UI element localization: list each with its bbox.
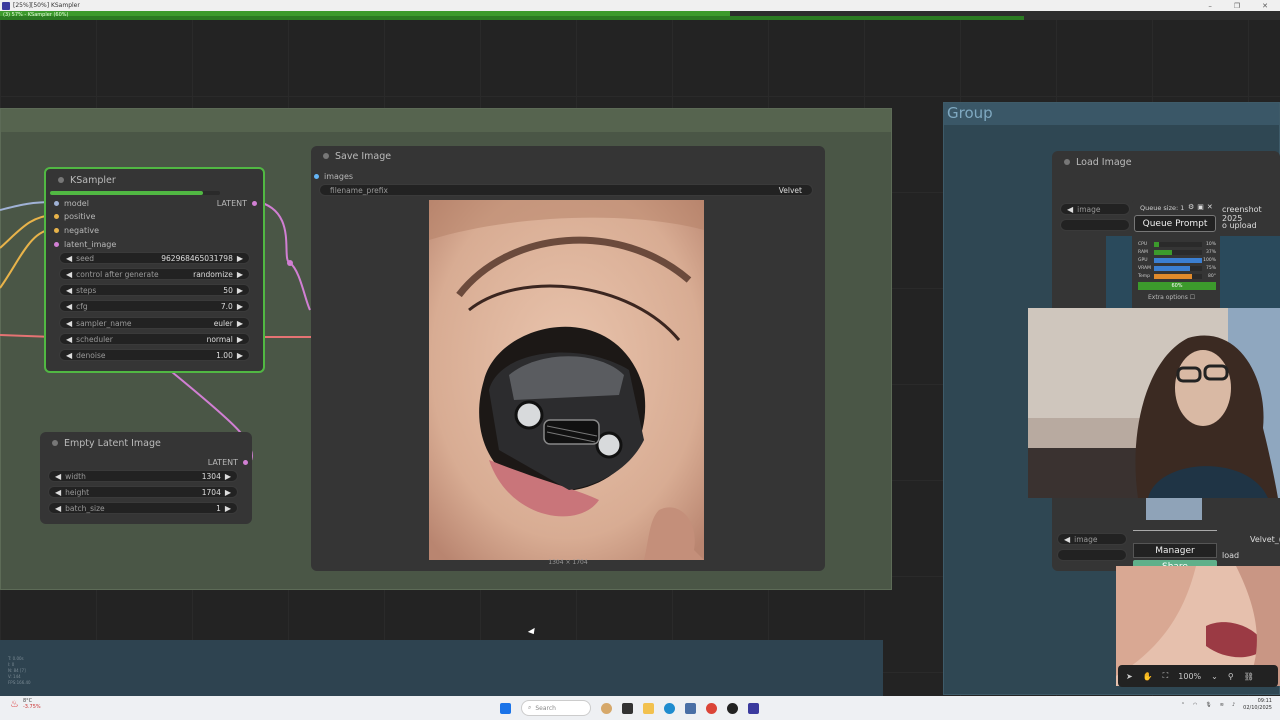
widget-steps[interactable]: ◀ steps 50 ▶ <box>59 284 250 296</box>
search-icon: ⌕ <box>528 704 532 711</box>
widget-height[interactable]: ◀ height 1704 ▶ <box>48 486 238 498</box>
generated-image-preview[interactable] <box>429 200 704 560</box>
widget-denoise[interactable]: ◀ denoise 1.00 ▶ <box>59 349 250 361</box>
gear-icon[interactable]: ⚙ <box>1188 203 1194 211</box>
resource-monitor: CPU 10% RAM 37% GPU 100% VRAM 75% Temp 80° <box>1138 240 1216 280</box>
image-size-caption: 1304 × 1704 <box>548 559 588 566</box>
file-explorer-icon[interactable] <box>643 702 654 714</box>
widget-scheduler[interactable]: ◀ scheduler normal ▶ <box>59 333 250 345</box>
store-icon[interactable] <box>685 702 696 714</box>
canvas-toolbar: ➤ ✋ ⛶ 100% ⌄ ⚲ ⛓ <box>1118 665 1278 687</box>
copilot-icon[interactable] <box>601 702 612 714</box>
network-icon[interactable]: ◠ <box>1193 702 1197 708</box>
start-icon[interactable] <box>500 702 511 714</box>
stat-vram: VRAM 75% <box>1138 265 1216 271</box>
taskbar-search[interactable]: ⌕ Search <box>521 700 591 716</box>
bottom-group[interactable] <box>0 640 883 696</box>
load-image-title: Load Image <box>1076 156 1132 168</box>
edge-icon[interactable] <box>664 702 675 714</box>
system-clock[interactable]: 09:11 02/10/2025 <box>1243 698 1272 712</box>
collapse-dot-icon[interactable] <box>52 440 58 446</box>
widget-upload-blank-2[interactable] <box>1057 549 1127 561</box>
empty-latent-image-node[interactable]: Empty Latent Image LATENT ◀ width 1304 ▶ ◀ h… <box>40 432 252 524</box>
save-icon[interactable]: ▣ <box>1197 203 1204 211</box>
queue-prompt-button[interactable]: Queue Prompt <box>1134 215 1216 232</box>
stat-cpu: CPU 10% <box>1138 241 1216 247</box>
queue-progress: 60% <box>1138 282 1216 290</box>
volume-icon[interactable]: ♪ <box>1232 702 1235 708</box>
widget-width[interactable]: ◀ width 1304 ▶ <box>48 470 238 482</box>
weather-icon: ♨ <box>10 698 19 710</box>
widget-control-after-generate[interactable]: ◀ control after generate randomize ▶ <box>59 268 250 280</box>
chrome-icon[interactable] <box>706 702 717 714</box>
canvas-stats: T: 0.00s I: 0 N: 84 [7] V: 144 FPS:166.4… <box>8 656 31 685</box>
save-image-title-bar[interactable]: Save Image <box>311 146 825 166</box>
chevron-down-icon[interactable]: ⌄ <box>1211 672 1218 681</box>
input-model[interactable]: model <box>54 199 89 208</box>
windows-taskbar: ♨ 8°C -3.75% ⌕ Search ⌃ ◠ 🎙 ≋ ♪ 09:11 02… <box>0 696 1280 720</box>
save-image-title: Save Image <box>335 150 392 162</box>
input-images[interactable]: images <box>314 172 353 181</box>
input-negative[interactable]: negative <box>54 226 99 235</box>
stat-temp: Temp 80° <box>1138 273 1216 279</box>
comfyui-icon[interactable] <box>748 702 759 714</box>
widget-filename-prefix[interactable]: filename_prefix Velvet <box>319 184 813 196</box>
output-latent[interactable]: LATENT <box>208 458 248 467</box>
chevron-up-icon[interactable]: ⌃ <box>1181 702 1185 708</box>
task-view-icon[interactable] <box>622 702 633 714</box>
comfyui-canvas[interactable]: [25%][50%] KSampler – ❐ ✕ (3) 57% - KSam… <box>0 0 1280 720</box>
close-icon[interactable]: ✕ <box>1207 203 1213 211</box>
input-latent-image[interactable]: latent_image <box>54 240 116 249</box>
collapse-dot-icon[interactable] <box>323 153 329 159</box>
ksampler-node[interactable]: KSampler model positive negative latent_… <box>44 167 265 373</box>
minimap-icon[interactable]: ⚲ <box>1228 672 1234 681</box>
image-filename-2[interactable]: Velvet_( <box>1250 535 1280 544</box>
widget-batch-size[interactable]: ◀ batch_size 1 ▶ <box>48 502 238 514</box>
obs-icon[interactable] <box>727 702 738 714</box>
widget-seed[interactable]: ◀ seed 962968465031798 ▶ <box>59 252 250 264</box>
widget-image[interactable]: ◀ image <box>1060 203 1130 215</box>
queue-size: Queue size: 1 <box>1140 204 1185 212</box>
link-visibility-icon[interactable]: ⛓ <box>1244 672 1254 681</box>
stat-ram: RAM 37% <box>1138 249 1216 255</box>
output-latent[interactable]: LATENT <box>217 199 257 208</box>
input-positive[interactable]: positive <box>54 212 95 221</box>
stat-gpu: GPU 100% <box>1138 257 1216 263</box>
empty-latent-title-bar[interactable]: Empty Latent Image <box>40 432 252 454</box>
ksampler-progress-fill <box>50 191 203 195</box>
collapse-dot-icon[interactable] <box>1064 159 1070 165</box>
collapse-dot-icon[interactable] <box>58 177 64 183</box>
select-tool-icon[interactable]: ➤ <box>1126 672 1133 681</box>
upload-button[interactable]: o upload <box>1222 221 1257 230</box>
fit-view-icon[interactable]: ⛶ <box>1163 671 1169 681</box>
ksampler-progress-track <box>50 191 220 195</box>
wifi-icon[interactable]: ≋ <box>1220 702 1224 708</box>
upload-button-2[interactable]: load <box>1222 551 1239 560</box>
load-image-title-bar[interactable]: Load Image <box>1052 151 1280 173</box>
weather-text: -3.75% <box>22 704 41 710</box>
widget-sampler-name[interactable]: ◀ sampler_name euler ▶ <box>59 317 250 329</box>
widget-cfg[interactable]: ◀ cfg 7.0 ▶ <box>59 300 250 312</box>
webcam-overlay <box>1028 308 1280 498</box>
ksampler-title: KSampler <box>70 174 116 186</box>
hand-tool-icon[interactable]: ✋ <box>1143 672 1153 681</box>
widget-image-2[interactable]: ◀ image <box>1057 533 1127 545</box>
weather-widget[interactable]: ♨ 8°C -3.75% <box>10 698 41 710</box>
load-image-thumbnail[interactable] <box>1146 498 1202 520</box>
empty-latent-title: Empty Latent Image <box>64 437 161 449</box>
mic-icon[interactable]: 🎙 <box>1205 702 1211 708</box>
extra-options-checkbox[interactable]: Extra options ☐ <box>1148 294 1195 301</box>
ksampler-title-bar[interactable]: KSampler <box>46 169 263 191</box>
zoom-level[interactable]: 100% <box>1178 672 1201 681</box>
widget-upload-blank[interactable] <box>1060 219 1130 231</box>
divider <box>1133 530 1217 531</box>
manager-button[interactable]: Manager <box>1133 543 1217 558</box>
